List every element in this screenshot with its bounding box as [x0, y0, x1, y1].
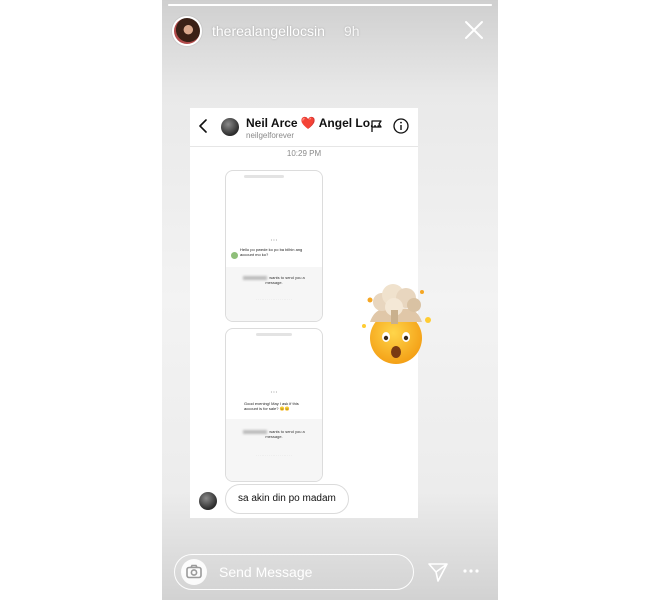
- mini-timestamp: • • •: [270, 389, 278, 394]
- story-progress-bar: [168, 4, 492, 6]
- profile-photo: [174, 18, 200, 44]
- message-bubble: sa akin din po madam: [225, 484, 349, 514]
- story-time-ago: 9h: [344, 23, 360, 39]
- camera-button[interactable]: [181, 559, 207, 585]
- message-request-panel: wants to send you a message. · · · · · ·…: [226, 419, 322, 481]
- close-icon[interactable]: [462, 18, 486, 42]
- message-request-panel: wants to send you a message. · · · · · ·…: [226, 267, 322, 321]
- story-header: therealangellocsin 9h: [172, 14, 490, 50]
- camera-icon: [186, 564, 202, 579]
- story-avatar[interactable]: [172, 16, 202, 46]
- story-viewer: therealangellocsin 9h Neil Arce ❤️ Angel…: [162, 0, 498, 600]
- message-request-text: wants to send you a message.: [234, 275, 314, 285]
- message-request-text: wants to send you a message.: [234, 429, 314, 439]
- request-footnote: · · · · · · · · · · · · · · · · · · · ·: [256, 297, 292, 301]
- chat-name: Neil Arce ❤️ Angel Lo...: [246, 116, 381, 130]
- shared-screenshot-1: • • • Hello po pwede ko po ba bilhin ang…: [225, 170, 323, 322]
- flag-icon: [371, 120, 382, 132]
- mini-timestamp: • • •: [270, 237, 278, 242]
- chat-timestamp: 10:29 PM: [286, 149, 322, 158]
- exploding-head-emoji-icon: [362, 284, 431, 364]
- blurred-name: [243, 275, 268, 280]
- chat-handle: neilgelforever: [246, 131, 295, 140]
- mini-message: Good evening! May I ask if this account …: [244, 401, 299, 411]
- reply-avatar: [199, 492, 217, 510]
- back-arrow-icon: [199, 119, 207, 133]
- mini-message: Hello po pwede ko po ba bilhin ang accou…: [240, 247, 303, 257]
- divider: [244, 175, 284, 178]
- send-message-input[interactable]: Send Message: [174, 554, 414, 590]
- info-icon: [393, 118, 409, 134]
- story-username[interactable]: therealangellocsin: [212, 23, 325, 39]
- request-footnote: · · · · · · · · · · · · · · · · · · · ·: [256, 453, 292, 457]
- chat-header: Neil Arce ❤️ Angel Lo... neilgelforever: [190, 108, 418, 147]
- blurred-name: [243, 429, 268, 434]
- share-direct-icon[interactable]: [426, 560, 450, 584]
- mini-avatar: [231, 252, 238, 259]
- send-message-placeholder: Send Message: [219, 564, 313, 580]
- more-options-icon[interactable]: [462, 566, 480, 576]
- chat-avatar: [221, 118, 239, 136]
- shared-screenshot-2: • • • Good evening! May I ask if this ac…: [225, 328, 323, 482]
- divider: [256, 333, 292, 336]
- story-progress-fill: [168, 4, 492, 6]
